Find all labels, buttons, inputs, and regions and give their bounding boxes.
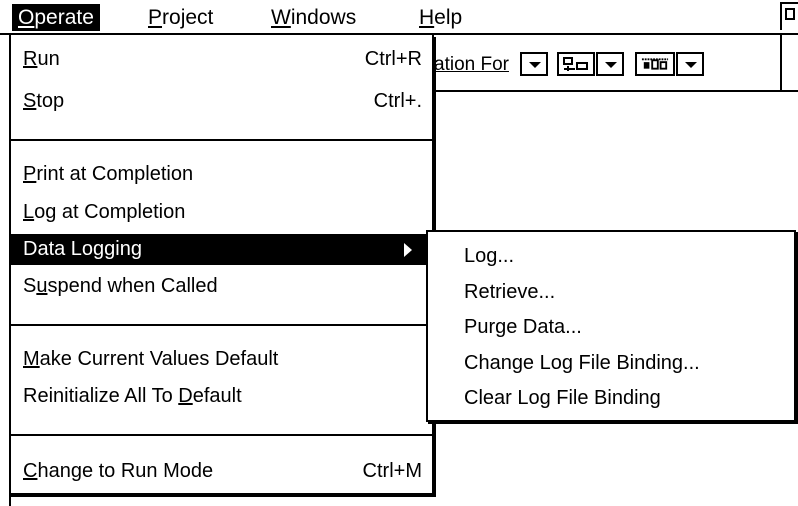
menu-item-stop-shortcut: Ctrl+. — [373, 90, 422, 112]
font-selector-text: ation For — [434, 54, 509, 75]
menu-windows[interactable]: Windows — [265, 4, 362, 31]
menu-help[interactable]: Help — [413, 4, 468, 31]
menu-item-print-at-completion-label: Print at Completion — [23, 163, 194, 185]
menu-item-run-shortcut: Ctrl+R — [364, 48, 422, 70]
menu-windows-label: Windows — [271, 6, 357, 29]
menu-project-label: Project — [148, 6, 214, 29]
menu-item-run-label: Run — [23, 48, 60, 70]
menu-help-label: Help — [419, 6, 463, 29]
menu-item-change-to-run-mode-label: Change to Run Mode — [23, 460, 214, 482]
text-align-dropdown-button[interactable] — [596, 52, 624, 76]
menu-operate[interactable]: Operate — [12, 4, 100, 31]
toolbar-right-border — [780, 35, 798, 90]
submenu-item-log[interactable]: Log... — [464, 241, 514, 271]
menu-bar: Operate Project Windows Help — [0, 0, 798, 35]
menu-item-stop-label: Stop — [23, 90, 65, 112]
menu-operate-label: Operate — [18, 6, 94, 29]
window-icon[interactable] — [780, 2, 798, 30]
submenu-item-purge-data[interactable]: Purge Data... — [464, 312, 582, 342]
menu-item-log-at-completion[interactable]: Log at Completion — [11, 197, 432, 228]
font-dropdown-button[interactable] — [520, 52, 548, 76]
text-align-glyph — [563, 57, 588, 71]
distribute-dropdown-button[interactable] — [676, 52, 704, 76]
menu-item-suspend-when-called-label: Suspend when Called — [23, 275, 218, 297]
menu-item-reinitialize-all-to-default[interactable]: Reinitialize All To Default — [11, 381, 432, 412]
menu-item-data-logging-label: Data Logging — [23, 238, 142, 260]
menu-item-print-at-completion[interactable]: Print at Completion — [11, 159, 432, 190]
menu-item-make-current-values-default[interactable]: Make Current Values Default — [11, 344, 432, 375]
distribute-glyph — [641, 58, 669, 70]
menu-separator — [11, 434, 432, 436]
data-logging-submenu: Log... Retrieve... Purge Data... Change … — [426, 230, 796, 422]
menu-item-change-to-run-mode[interactable]: Change to Run Mode Ctrl+M — [11, 456, 432, 487]
menu-item-change-to-run-mode-shortcut: Ctrl+M — [362, 460, 422, 482]
menu-item-reinitialize-all-to-default-label: Reinitialize All To Default — [23, 385, 242, 407]
submenu-arrow-icon — [404, 243, 412, 257]
menu-separator — [11, 139, 432, 141]
menu-project[interactable]: Project — [142, 4, 219, 31]
submenu-item-clear-log-file-binding[interactable]: Clear Log File Binding — [464, 383, 661, 413]
distribute-icon[interactable] — [635, 52, 675, 76]
menu-item-make-current-values-default-label: Make Current Values Default — [23, 348, 279, 370]
menu-item-suspend-when-called[interactable]: Suspend when Called — [11, 271, 432, 302]
menu-item-stop[interactable]: Stop Ctrl+. — [11, 86, 432, 117]
menu-separator — [11, 324, 432, 326]
operate-menu: Run Ctrl+R Stop Ctrl+. Print at Completi… — [9, 35, 434, 495]
font-selector[interactable]: ation For — [432, 52, 522, 78]
menu-item-data-logging[interactable]: Data Logging — [11, 234, 432, 265]
menu-item-run[interactable]: Run Ctrl+R — [11, 44, 432, 75]
submenu-item-retrieve[interactable]: Retrieve... — [464, 277, 555, 307]
menu-item-log-at-completion-label: Log at Completion — [23, 201, 186, 223]
submenu-item-change-log-file-binding[interactable]: Change Log File Binding... — [464, 348, 700, 378]
text-align-icon[interactable] — [557, 52, 595, 76]
